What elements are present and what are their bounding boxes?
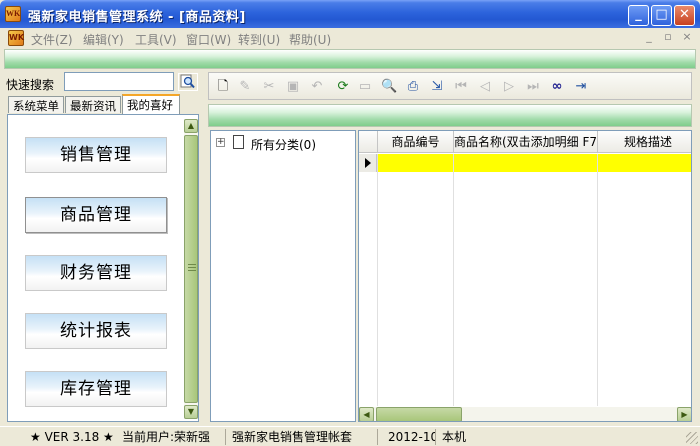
maximize-button[interactable]: □: [651, 5, 672, 26]
export-icon[interactable]: ⇲: [429, 79, 445, 95]
tab-system-menu[interactable]: 系统菜单: [8, 96, 64, 113]
glasses-icon[interactable]: ∞: [549, 79, 565, 95]
menu-goto[interactable]: 转到(U): [238, 31, 280, 48]
sales-management-button[interactable]: 销售管理: [25, 137, 167, 173]
grid-header: 商品编号 商品名称(双击添加明细 F7) 规格描述: [359, 131, 691, 153]
menu-file[interactable]: 文件(Z): [31, 31, 73, 48]
status-version-text: ★ VER 3.18 ★: [30, 430, 114, 444]
document-icon: [233, 135, 244, 149]
product-management-button[interactable]: 商品管理: [25, 197, 167, 233]
menu-help[interactable]: 帮助(U): [289, 31, 331, 48]
grid-horizontal-scrollbar[interactable]: ◀ ▶: [359, 407, 691, 421]
print-icon[interactable]: ⎙: [405, 79, 421, 95]
inventory-management-button[interactable]: 库存管理: [25, 371, 167, 407]
quick-search-input[interactable]: [64, 72, 174, 91]
minimize-button[interactable]: _: [628, 5, 649, 26]
app-logo-icon: WK: [5, 6, 21, 22]
status-period: 2012-10: [384, 429, 436, 445]
first-record-icon[interactable]: ⏮: [453, 79, 469, 95]
toolbar: 🗋 ✎ ✂ ▣ ↶ ⟳ ▭ 🔍 ⎙ ⇲ ⏮ ◁ ▷ ⏭ ∞ ⇥: [208, 72, 692, 100]
menu-tools[interactable]: 工具(V): [135, 31, 177, 48]
card-icon[interactable]: ▭: [357, 79, 373, 95]
statistics-report-button[interactable]: 统计报表: [25, 313, 167, 349]
expand-icon[interactable]: +: [216, 138, 225, 147]
quick-search-button[interactable]: [178, 73, 198, 91]
tree-node-all-categories[interactable]: 所有分类(0): [251, 136, 316, 153]
top-banner: [4, 49, 696, 69]
column-header-indicator: [359, 131, 378, 153]
menu-window[interactable]: 窗口(W): [186, 31, 231, 48]
row-indicator: [359, 154, 377, 172]
edit-icon[interactable]: ✎: [237, 79, 253, 95]
prev-record-icon[interactable]: ◁: [477, 79, 493, 95]
scroll-up-icon[interactable]: ▲: [184, 119, 198, 133]
column-header-product-code[interactable]: 商品编号: [378, 131, 454, 153]
close-button[interactable]: ✕: [674, 5, 695, 26]
status-bar: ★ VER 3.18 ★ 当前用户:荣新强 强新家电销售管理帐套 2012-10…: [0, 426, 700, 446]
table-row[interactable]: [359, 154, 691, 172]
category-tree: + 所有分类(0): [210, 130, 356, 422]
quick-search-label: 快速搜索: [6, 78, 55, 92]
undo-icon[interactable]: ↶: [309, 79, 325, 95]
scroll-down-icon[interactable]: ▼: [184, 405, 198, 419]
column-header-spec[interactable]: 规格描述: [598, 131, 691, 153]
tab-latest-news[interactable]: 最新资讯: [65, 96, 121, 113]
delete-icon[interactable]: ✂: [261, 79, 277, 95]
save-icon[interactable]: ▣: [285, 79, 301, 95]
status-machine: 本机: [442, 430, 467, 444]
content-banner: [208, 104, 692, 127]
window-title: 强新家电销售管理系统 - [商品资料]: [28, 10, 246, 25]
current-row-icon: [365, 158, 371, 168]
exit-icon[interactable]: ⇥: [573, 79, 589, 95]
menu-edit[interactable]: 编辑(Y): [83, 31, 124, 48]
shortcut-scrollbar[interactable]: ▲ ▼: [184, 119, 198, 419]
refresh-icon[interactable]: ⟳: [335, 79, 351, 95]
title-bar: WK 强新家电销售管理系统 - [商品资料] _ □ ✕: [0, 0, 700, 28]
status-current-user: 当前用户:荣新强: [118, 429, 226, 445]
new-icon[interactable]: 🗋: [215, 79, 231, 95]
scroll-right-icon[interactable]: ▶: [677, 407, 691, 421]
last-record-icon[interactable]: ⏭: [525, 79, 541, 95]
scroll-thumb[interactable]: [184, 135, 198, 403]
mdi-restore-button[interactable]: ▫: [661, 30, 675, 44]
mdi-logo-icon: WK: [8, 30, 24, 46]
finance-management-button[interactable]: 财务管理: [25, 255, 167, 291]
status-account: 强新家电销售管理帐套: [228, 429, 378, 445]
mdi-minimize-button[interactable]: _: [642, 30, 656, 44]
search-icon: [180, 74, 195, 89]
resize-grip-icon[interactable]: [686, 432, 698, 444]
next-record-icon[interactable]: ▷: [501, 79, 517, 95]
tab-my-favorites[interactable]: 我的喜好: [122, 94, 180, 114]
shortcut-panel: 销售管理 商品管理 财务管理 统计报表 库存管理 ▲ ▼: [7, 114, 199, 422]
product-grid: 商品编号 商品名称(双击添加明细 F7) 规格描述 ◀ ▶: [358, 130, 692, 422]
scroll-left-icon[interactable]: ◀: [359, 407, 374, 421]
horizontal-scroll-thumb[interactable]: [376, 407, 462, 421]
column-header-product-name[interactable]: 商品名称(双击添加明细 F7): [454, 131, 598, 153]
preview-icon[interactable]: 🔍: [381, 79, 397, 95]
menu-bar: WK 文件(Z) 编辑(Y) 工具(V) 窗口(W) 转到(U) 帮助(U) _…: [0, 28, 700, 48]
mdi-close-button[interactable]: ×: [680, 30, 694, 44]
